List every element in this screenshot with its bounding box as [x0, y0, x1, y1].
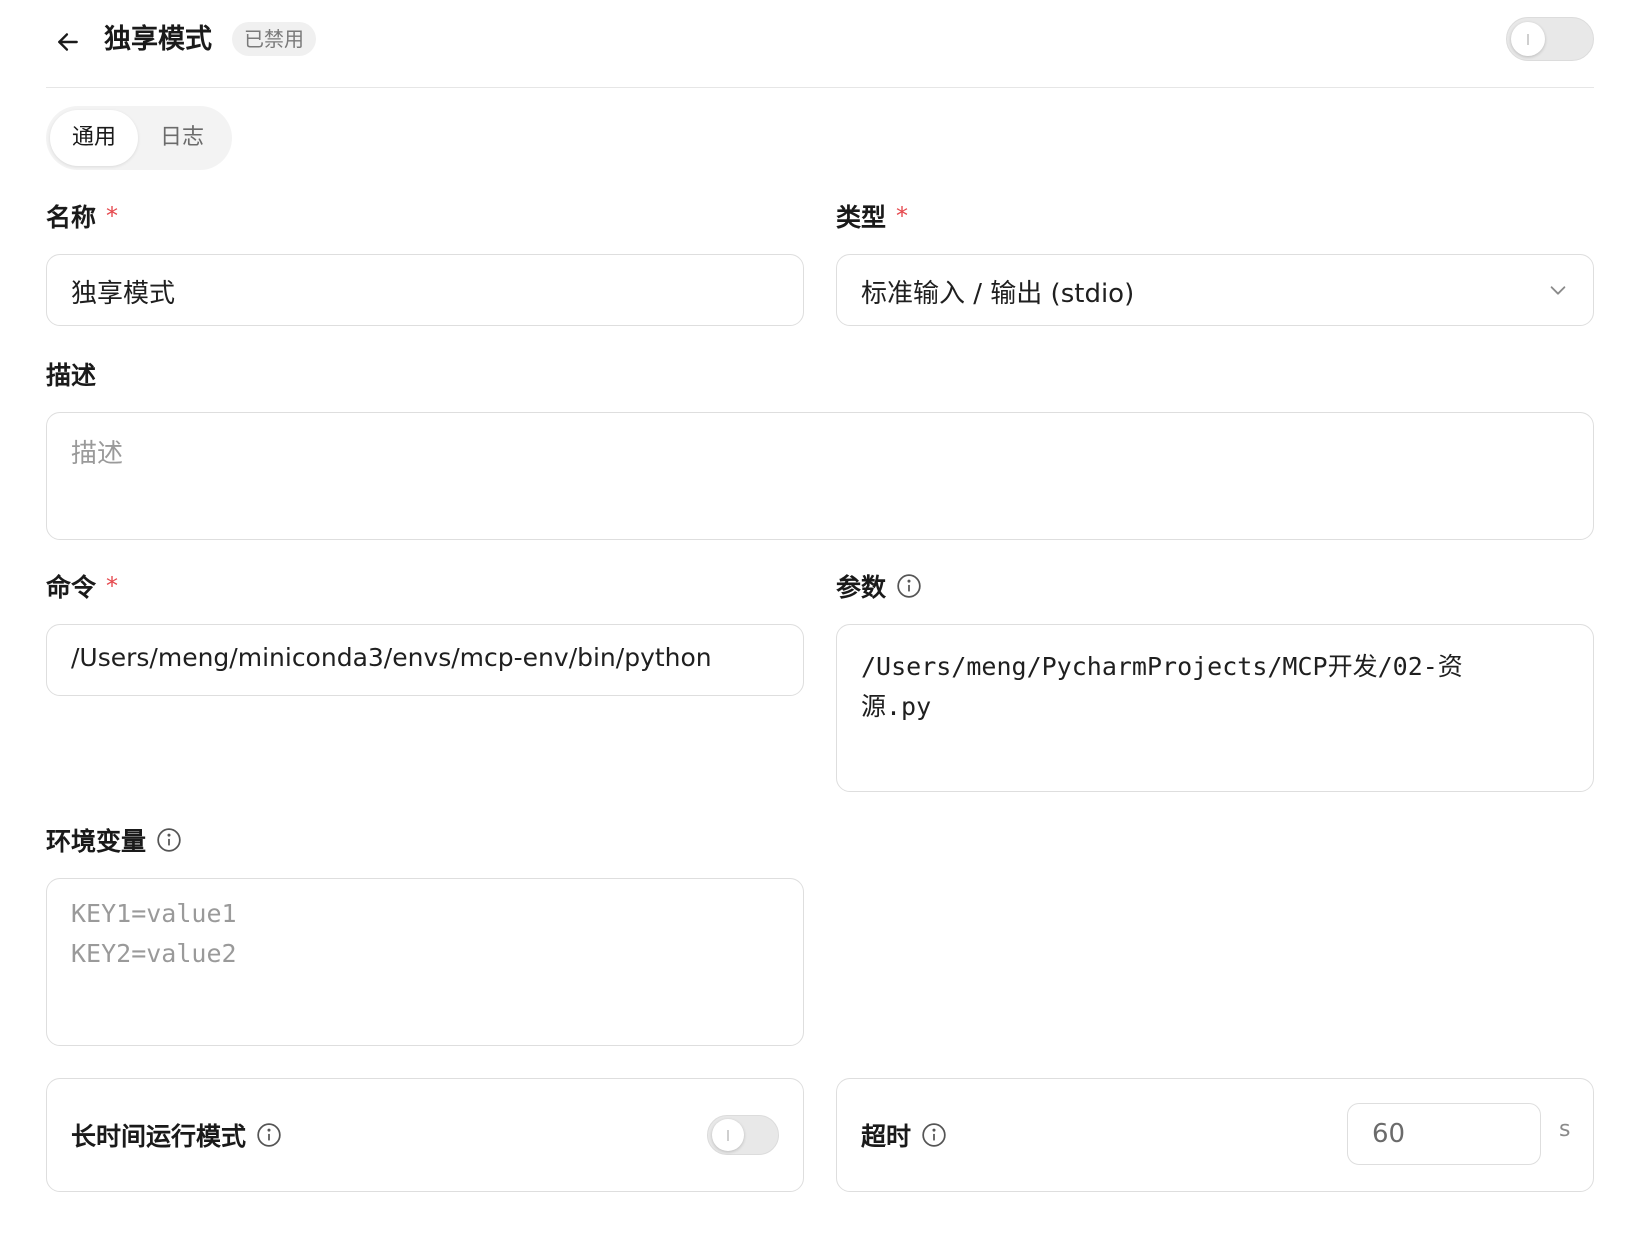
- description-textarea[interactable]: 描述: [46, 412, 1594, 540]
- name-label: 名称 *: [46, 202, 119, 232]
- long-running-card: 长时间运行模式: [46, 1078, 804, 1192]
- timeout-label: 超时: [861, 1117, 947, 1153]
- info-icon[interactable]: [896, 573, 922, 599]
- back-button[interactable]: [46, 20, 90, 64]
- long-running-label: 长时间运行模式: [71, 1117, 282, 1153]
- toggle-knob: [1511, 22, 1545, 56]
- type-select-value: 标准输入 / 输出 (stdio): [861, 279, 1135, 309]
- type-select[interactable]: 标准输入 / 输出 (stdio): [836, 254, 1594, 326]
- page-title: 独享模式: [104, 24, 212, 55]
- args-label: 参数: [836, 568, 922, 604]
- status-badge: 已禁用: [232, 22, 316, 56]
- required-mark: *: [106, 202, 119, 230]
- info-icon[interactable]: [921, 1122, 947, 1148]
- chevron-down-icon: [1550, 286, 1566, 295]
- description-placeholder: 描述: [71, 439, 124, 469]
- tab-bar: 通用 日志: [46, 106, 232, 170]
- info-icon[interactable]: [256, 1122, 282, 1148]
- long-running-toggle[interactable]: [707, 1115, 779, 1155]
- command-input-value: /Users/meng/miniconda3/envs/mcp-env/bin/…: [71, 643, 712, 672]
- required-mark: *: [106, 572, 119, 600]
- args-line-1: /Users/meng/PycharmProjects/MCP开发/02-资: [861, 652, 1463, 681]
- description-label: 描述: [46, 361, 97, 390]
- name-input-value: 独享模式: [71, 279, 176, 309]
- command-input[interactable]: /Users/meng/miniconda3/envs/mcp-env/bin/…: [46, 624, 804, 696]
- name-input[interactable]: 独享模式: [46, 254, 804, 326]
- args-textarea[interactable]: /Users/meng/PycharmProjects/MCP开发/02-资 源…: [836, 624, 1594, 792]
- type-label: 类型 *: [836, 202, 909, 232]
- timeout-card: 超时 60 s: [836, 1078, 1594, 1192]
- env-placeholder-line-2: KEY2=value2: [71, 939, 237, 968]
- tab-general[interactable]: 通用: [50, 110, 139, 166]
- env-placeholder-line-1: KEY1=value1: [71, 899, 237, 928]
- env-textarea[interactable]: KEY1=value1 KEY2=value2: [46, 878, 804, 1046]
- command-label: 命令 *: [46, 572, 119, 602]
- enable-server-toggle[interactable]: [1506, 17, 1594, 61]
- args-line-2: 源.py: [861, 692, 932, 721]
- header: 独享模式 已禁用: [46, 0, 1594, 88]
- arrow-left-icon: [58, 33, 78, 51]
- required-mark: *: [896, 202, 909, 230]
- info-icon[interactable]: [156, 827, 182, 853]
- tab-logs[interactable]: 日志: [138, 110, 226, 166]
- timeout-unit: s: [1559, 1117, 1571, 1142]
- toggle-knob: [712, 1119, 744, 1151]
- timeout-input[interactable]: 60: [1347, 1103, 1541, 1165]
- env-label: 环境变量: [46, 822, 182, 858]
